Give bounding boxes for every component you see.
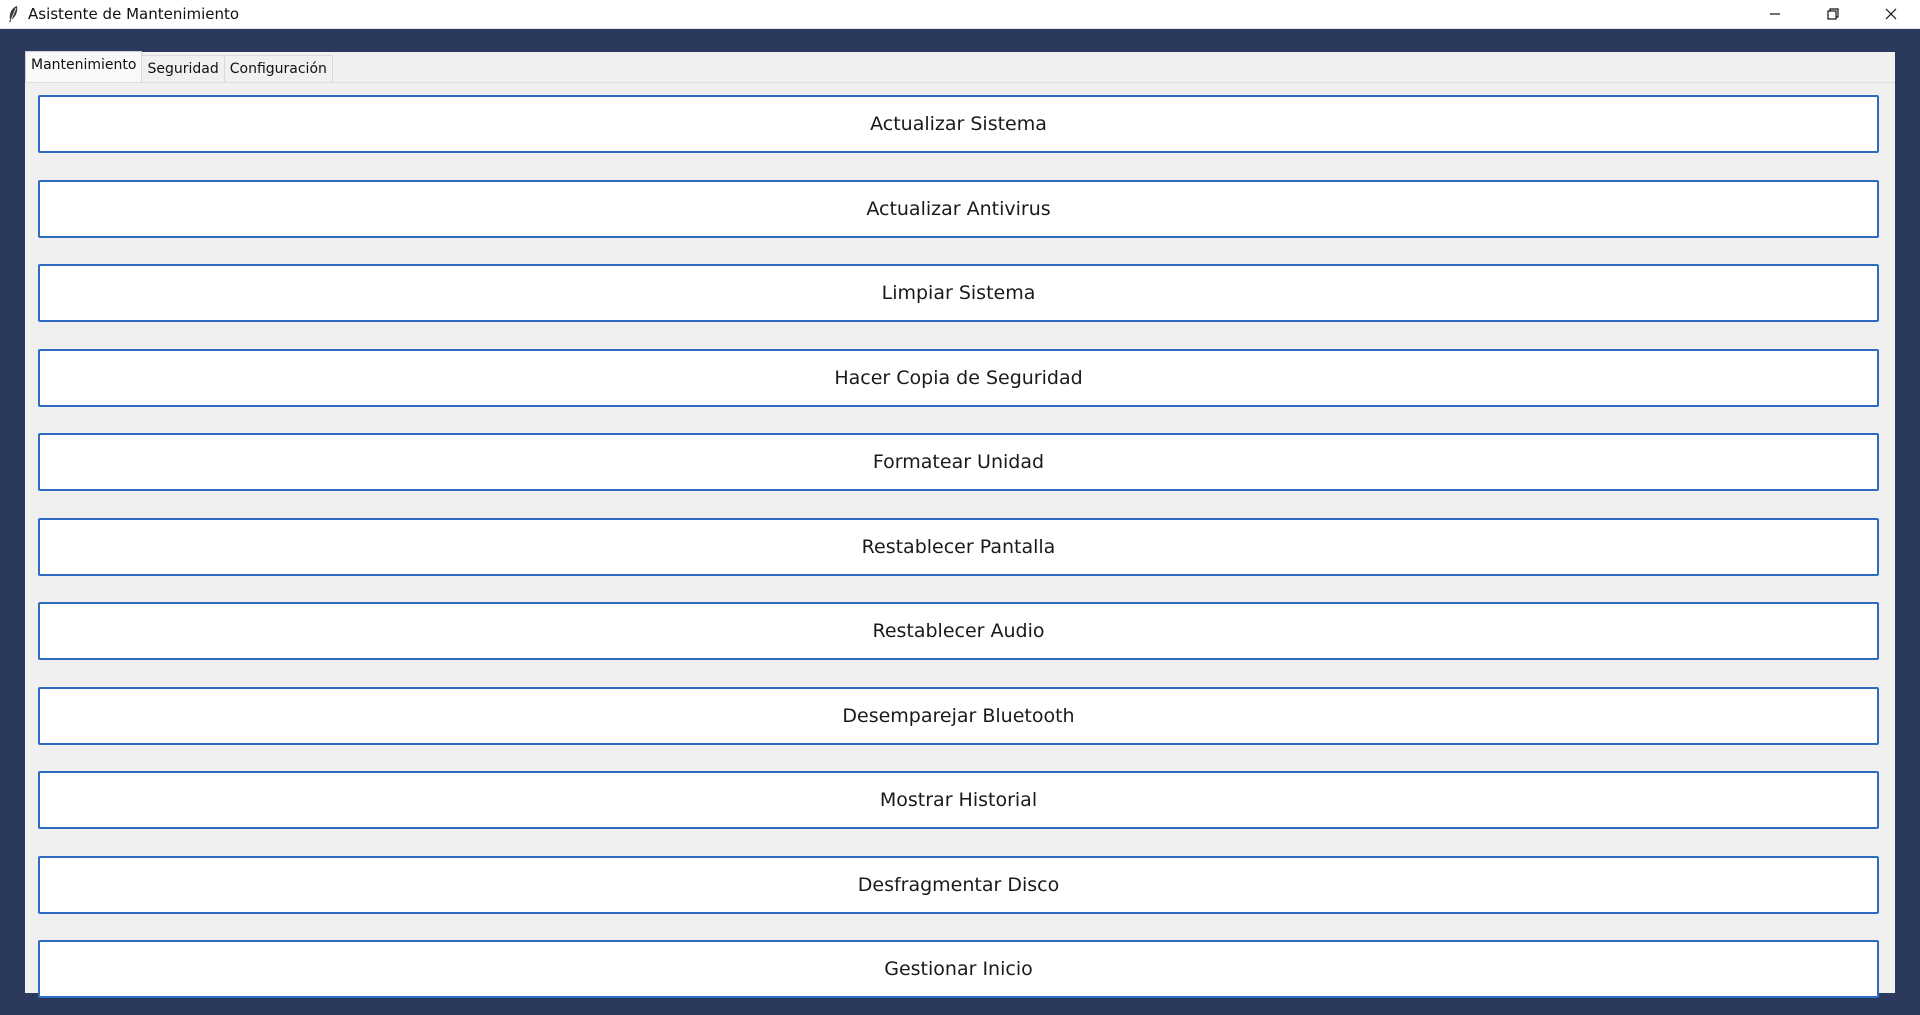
main-panel: Mantenimiento Seguridad Configuración Ac… [25,51,1895,998]
tab-configuracion[interactable]: Configuración [223,55,333,82]
minimize-button[interactable] [1746,0,1804,28]
actualizar-sistema-button[interactable]: Actualizar Sistema [38,95,1879,153]
restablecer-pantalla-button[interactable]: Restablecer Pantalla [38,517,1879,576]
action-button-list: Actualizar Sistema Actualizar Antivirus … [38,95,1879,1015]
window-title: Asistente de Mantenimiento [28,5,240,23]
limpiar-sistema-button[interactable]: Limpiar Sistema [38,264,1879,322]
window-controls [1746,0,1920,28]
tab-mantenimiento[interactable]: Mantenimiento [25,51,143,82]
copia-seguridad-button[interactable]: Hacer Copia de Seguridad [38,348,1879,407]
restablecer-audio-button[interactable]: Restablecer Audio [38,602,1879,660]
minimize-icon [1769,5,1781,24]
feather-icon [6,5,20,23]
desemparejar-bluetooth-button[interactable]: Desemparejar Bluetooth [38,686,1879,745]
actualizar-antivirus-button[interactable]: Actualizar Antivirus [38,179,1879,238]
tab-content-mantenimiento: Actualizar Sistema Actualizar Antivirus … [25,82,1895,998]
restore-button[interactable] [1804,0,1862,28]
desfragmentar-disco-button[interactable]: Desfragmentar Disco [38,855,1879,914]
gestionar-inicio-button[interactable]: Gestionar Inicio [38,940,1879,998]
mostrar-historial-button[interactable]: Mostrar Historial [38,771,1879,829]
title-bar[interactable]: Asistente de Mantenimiento [0,0,1920,29]
tab-seguridad[interactable]: Seguridad [141,55,225,82]
formatear-unidad-button[interactable]: Formatear Unidad [38,433,1879,491]
close-icon [1885,5,1897,24]
tab-bar: Mantenimiento Seguridad Configuración [25,51,333,82]
restore-icon [1827,5,1839,24]
close-button[interactable] [1862,0,1920,28]
